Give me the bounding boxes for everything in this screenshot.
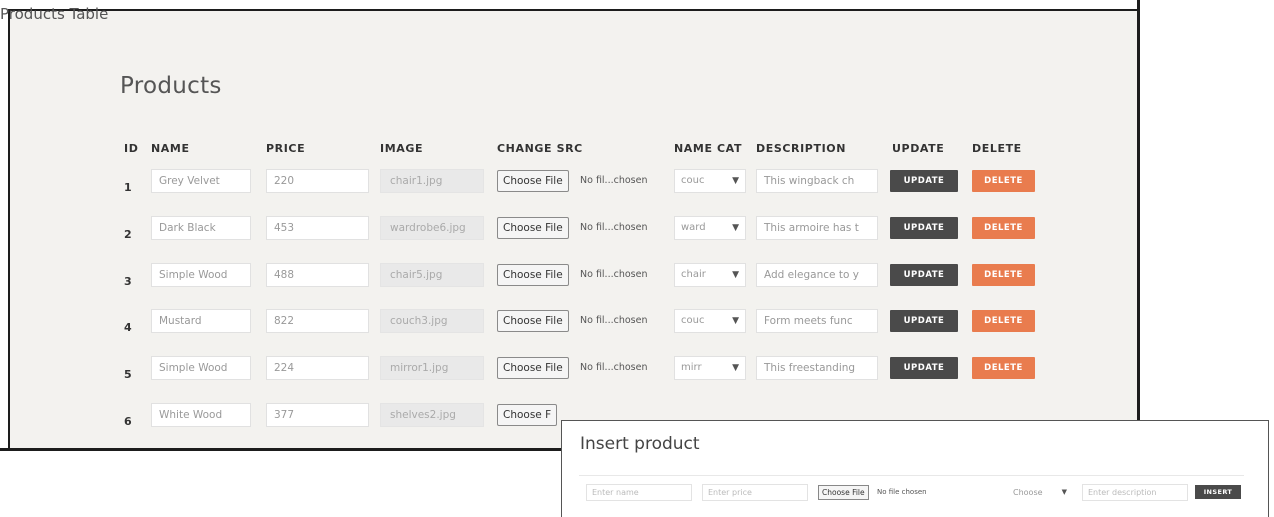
category-select[interactable]: couc ▼ (674, 309, 746, 333)
insert-divider (579, 475, 1244, 476)
col-header-name-cat: NAME CAT (674, 142, 743, 155)
update-button[interactable]: UPDATE (890, 170, 958, 192)
category-value: couc (681, 175, 705, 186)
row-id: 1 (124, 181, 132, 194)
choose-file-button[interactable]: Choose File (497, 264, 569, 286)
delete-button[interactable]: DELETE (972, 310, 1035, 332)
insert-price-input[interactable]: Enter price (702, 484, 808, 501)
row-id: 3 (124, 275, 132, 288)
insert-title: Insert product (580, 434, 700, 454)
insert-name-input[interactable]: Enter name (586, 484, 692, 501)
insert-file-status: No file chosen (877, 488, 927, 496)
delete-button[interactable]: DELETE (972, 217, 1035, 239)
col-header-image: IMAGE (380, 142, 424, 155)
description-input[interactable]: This freestanding (756, 356, 878, 380)
file-status: No fil...chosen (580, 222, 648, 233)
file-status: No fil...chosen (580, 362, 648, 373)
category-select[interactable]: mirr ▼ (674, 356, 746, 380)
products-panel: Products ID NAME PRICE IMAGE CHANGE SRC … (8, 9, 1137, 448)
table-row: 2 Dark Black 453 wardrobe6.jpg Choose File No… (10, 216, 1137, 262)
chevron-down-icon: ▼ (1061, 488, 1067, 496)
image-field: wardrobe6.jpg (380, 216, 484, 240)
category-select[interactable]: couc ▼ (674, 169, 746, 193)
chevron-down-icon: ▼ (732, 270, 739, 280)
choose-file-button[interactable]: Choose File (497, 217, 569, 239)
file-status: No fil...chosen (580, 175, 648, 186)
products-window: Products ID NAME PRICE IMAGE CHANGE SRC … (0, 0, 1140, 451)
col-header-price: PRICE (266, 142, 306, 155)
category-value: chair (681, 269, 706, 280)
insert-choose-file-button[interactable]: Choose File (818, 485, 869, 500)
price-input[interactable]: 224 (266, 356, 369, 380)
name-input[interactable]: White Wood (151, 403, 251, 427)
file-status: No fil...chosen (580, 269, 648, 280)
name-input[interactable]: Mustard (151, 309, 251, 333)
delete-button[interactable]: DELETE (972, 170, 1035, 192)
insert-product-panel: Insert product Enter name Enter price Ch… (561, 420, 1269, 517)
name-input[interactable]: Simple Wood (151, 263, 251, 287)
insert-category-select[interactable]: Choose ▼ (1008, 484, 1072, 501)
description-input[interactable]: Add elegance to y (756, 263, 878, 287)
image-field: shelves2.jpg (380, 403, 484, 427)
image-field: couch3.jpg (380, 309, 484, 333)
name-input[interactable]: Simple Wood (151, 356, 251, 380)
price-input[interactable]: 377 (266, 403, 369, 427)
price-input[interactable]: 822 (266, 309, 369, 333)
chevron-down-icon: ▼ (732, 316, 739, 326)
choose-file-button[interactable]: Choose F (497, 404, 558, 426)
update-button[interactable]: UPDATE (890, 264, 958, 286)
name-input[interactable]: Dark Black (151, 216, 251, 240)
choose-file-button[interactable]: Choose File (497, 357, 569, 379)
category-value: ward (681, 222, 706, 233)
name-input[interactable]: Grey Velvet (151, 169, 251, 193)
table-row: 3 Simple Wood 488 chair5.jpg Choose File No f… (10, 263, 1137, 309)
category-value: couc (681, 315, 705, 326)
description-input[interactable]: This armoire has t (756, 216, 878, 240)
chevron-down-icon: ▼ (732, 223, 739, 233)
update-button[interactable]: UPDATE (890, 357, 958, 379)
insert-button[interactable]: INSERT (1195, 485, 1241, 499)
price-input[interactable]: 488 (266, 263, 369, 287)
choose-file-button[interactable]: Choose File (497, 310, 569, 332)
col-header-delete: DELETE (972, 142, 1022, 155)
chevron-down-icon: ▼ (732, 363, 739, 373)
table-row: 4 Mustard 822 couch3.jpg Choose File No fil..… (10, 309, 1137, 355)
row-id: 6 (124, 415, 132, 428)
chevron-down-icon: ▼ (732, 176, 739, 186)
col-header-id: ID (124, 142, 139, 155)
description-input[interactable]: Form meets func (756, 309, 878, 333)
row-id: 4 (124, 321, 132, 334)
category-select[interactable]: chair ▼ (674, 263, 746, 287)
row-id: 2 (124, 228, 132, 241)
insert-description-input[interactable]: Enter description (1082, 484, 1188, 501)
update-button[interactable]: UPDATE (890, 217, 958, 239)
row-id: 5 (124, 368, 132, 381)
col-header-change-src: CHANGE SRC (497, 142, 583, 155)
col-header-description: DESCRIPTION (756, 142, 847, 155)
table-row: 1 Grey Velvet 220 chair1.jpg Choose File No f… (10, 169, 1137, 215)
category-select[interactable]: ward ▼ (674, 216, 746, 240)
table-row: 5 Simple Wood 224 mirror1.jpg Choose File No … (10, 356, 1137, 402)
image-field: chair1.jpg (380, 169, 484, 193)
delete-button[interactable]: DELETE (972, 357, 1035, 379)
col-header-update: UPDATE (892, 142, 945, 155)
choose-file-button[interactable]: Choose File (497, 170, 569, 192)
delete-button[interactable]: DELETE (972, 264, 1035, 286)
price-input[interactable]: 220 (266, 169, 369, 193)
window-title: Products Table (0, 5, 109, 23)
products-heading: Products (120, 73, 222, 99)
category-value: mirr (681, 362, 702, 373)
price-input[interactable]: 453 (266, 216, 369, 240)
insert-category-value: Choose (1013, 488, 1043, 497)
image-field: chair5.jpg (380, 263, 484, 287)
description-input[interactable]: This wingback ch (756, 169, 878, 193)
file-status: No fil...chosen (580, 315, 648, 326)
image-field: mirror1.jpg (380, 356, 484, 380)
update-button[interactable]: UPDATE (890, 310, 958, 332)
col-header-name: NAME (151, 142, 190, 155)
